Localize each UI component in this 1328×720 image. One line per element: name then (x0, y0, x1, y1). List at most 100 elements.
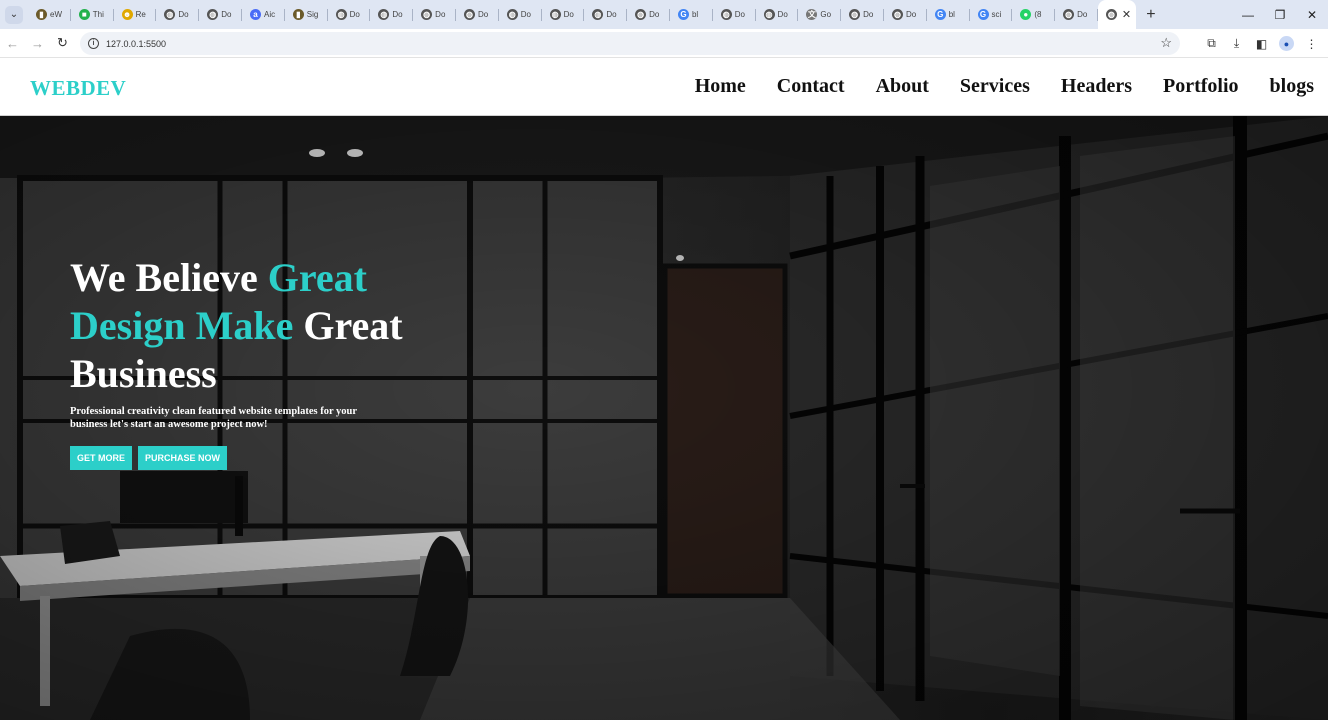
a-icon: a (249, 9, 261, 20)
hero-section: We Believe Great Design Make Great Busin… (0, 116, 1328, 720)
browser-tab[interactable]: 文 Go (798, 0, 841, 29)
get-more-button[interactable]: GET MORE (70, 446, 133, 470)
address-bar[interactable]: i 127.0.0.1:5500 ☆ (80, 32, 1180, 55)
side-panel-icon[interactable]: ◧ (1249, 29, 1274, 58)
tab-title: Sig (306, 10, 319, 19)
tab-search-button[interactable]: ⌄ (0, 0, 28, 29)
browser-tab[interactable]: ◍ Do (499, 0, 542, 29)
toolbar-actions: ⧉ ⤓ ◧ ● ⋮ (1199, 29, 1324, 58)
tab-title: Do (734, 10, 745, 19)
tab-title: Re (135, 10, 146, 19)
nav-link-blogs[interactable]: blogs (1270, 75, 1314, 98)
google-icon: G (677, 9, 689, 20)
globe-icon: ◍ (463, 9, 475, 20)
extensions-icon[interactable]: ⧉ (1199, 29, 1224, 58)
headline-text: Great (293, 303, 403, 348)
browser-tab[interactable]: ▮ Sig (285, 0, 328, 29)
new-tab-button[interactable]: + (1136, 6, 1166, 24)
browser-tab[interactable]: ◍ Do (713, 0, 756, 29)
browser-tab[interactable]: ◍ Do (841, 0, 884, 29)
tab-title: Do (563, 10, 574, 19)
close-tab-icon[interactable]: ✕ (1122, 8, 1131, 21)
translate-icon: 文 (806, 9, 818, 20)
bookmark-star-icon[interactable]: ☆ (1160, 35, 1172, 51)
browser-toolbar: ← → ↻ i 127.0.0.1:5500 ☆ ⧉ ⤓ ◧ ● ⋮ (0, 29, 1328, 58)
tab-title: Do (863, 10, 874, 19)
site-info-icon[interactable]: i (88, 38, 99, 49)
url-text: 127.0.0.1:5500 (106, 38, 167, 49)
nav-link-home[interactable]: Home (695, 75, 746, 98)
tab-active[interactable]: ◍ ✕ (1097, 0, 1136, 29)
nav-link-about[interactable]: About (876, 75, 929, 98)
tab-title: bl (948, 10, 955, 19)
browser-tab[interactable]: ▮ eW (28, 0, 71, 29)
green-square-icon: ■ (78, 9, 90, 20)
browser-tab[interactable]: ◍ Do (456, 0, 499, 29)
headline-text: We Believe (70, 255, 268, 300)
tab-title: eW (50, 10, 62, 19)
tab-title: Go (820, 10, 832, 19)
forward-icon[interactable]: → (25, 29, 50, 58)
tab-title: Do (221, 10, 232, 19)
browser-tab[interactable]: ◍ Do (156, 0, 199, 29)
nav-link-headers[interactable]: Headers (1061, 75, 1132, 98)
globe-icon: ◍ (763, 9, 775, 20)
restore-icon[interactable]: ❐ (1264, 0, 1296, 29)
browser-tab[interactable]: ■ Thi (71, 0, 114, 29)
main-nav: Home Contact About Services Headers Port… (664, 75, 1314, 98)
tab-title: Do (477, 10, 489, 19)
tab-title: Thi (92, 10, 104, 19)
globe-icon: ◍ (207, 9, 219, 20)
browser-tab[interactable]: ◍ Do (413, 0, 456, 29)
purchase-now-button[interactable]: PURCHASE NOW (138, 446, 228, 470)
tab-title: bl (691, 10, 699, 19)
minimize-icon[interactable]: — (1232, 0, 1264, 29)
browser-tab[interactable]: ◍ Do (627, 0, 670, 29)
site-logo[interactable]: WEBDEV (30, 76, 126, 101)
tab-title: Do (520, 10, 531, 19)
hero-subtext: Professional creativity clean featured w… (70, 406, 357, 430)
chevron-down-icon: ⌄ (5, 5, 23, 24)
back-icon[interactable]: ← (0, 29, 25, 58)
browser-tab[interactable]: ● (8 (1012, 0, 1055, 29)
nav-link-portfolio[interactable]: Portfolio (1163, 75, 1239, 98)
tab-title: Do (349, 10, 360, 19)
browser-tab[interactable]: ◍ Do (884, 0, 927, 29)
tab-title: Do (649, 10, 660, 19)
hero-cta-group: GET MORE PURCHASE NOW (70, 446, 470, 470)
google-icon: G (977, 9, 989, 20)
browser-tab[interactable]: a Aic (242, 0, 285, 29)
download-icon[interactable]: ⤓ (1224, 29, 1249, 58)
nav-link-services[interactable]: Services (960, 75, 1030, 98)
more-menu-icon[interactable]: ⋮ (1299, 29, 1324, 58)
globe-icon: ◍ (635, 9, 647, 20)
nav-link-contact[interactable]: Contact (777, 75, 845, 98)
tab-title: sci (991, 10, 1002, 19)
browser-tab[interactable]: ◍ Do (756, 0, 799, 29)
browser-tab[interactable]: ◍ Do (199, 0, 242, 29)
profile-avatar[interactable]: ● (1274, 29, 1299, 58)
globe-icon: ◍ (335, 9, 347, 20)
browser-tab[interactable]: ☻ Re (114, 0, 157, 29)
bookmark-icon: ▮ (36, 9, 47, 20)
headline-text: Business (70, 351, 217, 396)
browser-tab[interactable]: ◍ Do (584, 0, 627, 29)
globe-icon: ◍ (592, 9, 604, 20)
hero-content: We Believe Great Design Make Great Busin… (70, 254, 470, 470)
browser-tab[interactable]: Gsci (970, 0, 1013, 29)
browser-tab[interactable]: ◍ Do (370, 0, 413, 29)
close-window-icon[interactable]: ✕ (1296, 0, 1328, 29)
browser-tab[interactable]: ◍ Do (1055, 0, 1098, 29)
browser-tab[interactable]: ◍ Do (542, 0, 585, 29)
browser-tab-strip: ⌄ ▮ eW ■ Thi ☻ Re ◍ Do ◍ Do a Aic ▮ Sig ◍ Do ◍ Do ◍ Do ◍ Do ◍ D… (0, 0, 1328, 29)
tab-title: (8 (1034, 10, 1042, 19)
browser-tab[interactable]: ◍ Do (328, 0, 371, 29)
site-header: WEBDEV Home Contact About Services Heade… (0, 59, 1328, 116)
globe-icon: ◍ (506, 9, 518, 20)
browser-tab[interactable]: Gbl (927, 0, 970, 29)
browser-tab[interactable]: Gbl (670, 0, 713, 29)
reload-icon[interactable]: ↻ (50, 29, 75, 58)
globe-icon: ◍ (1063, 9, 1075, 20)
headline-accent: Great (267, 255, 367, 300)
globe-icon: ◍ (849, 9, 861, 20)
